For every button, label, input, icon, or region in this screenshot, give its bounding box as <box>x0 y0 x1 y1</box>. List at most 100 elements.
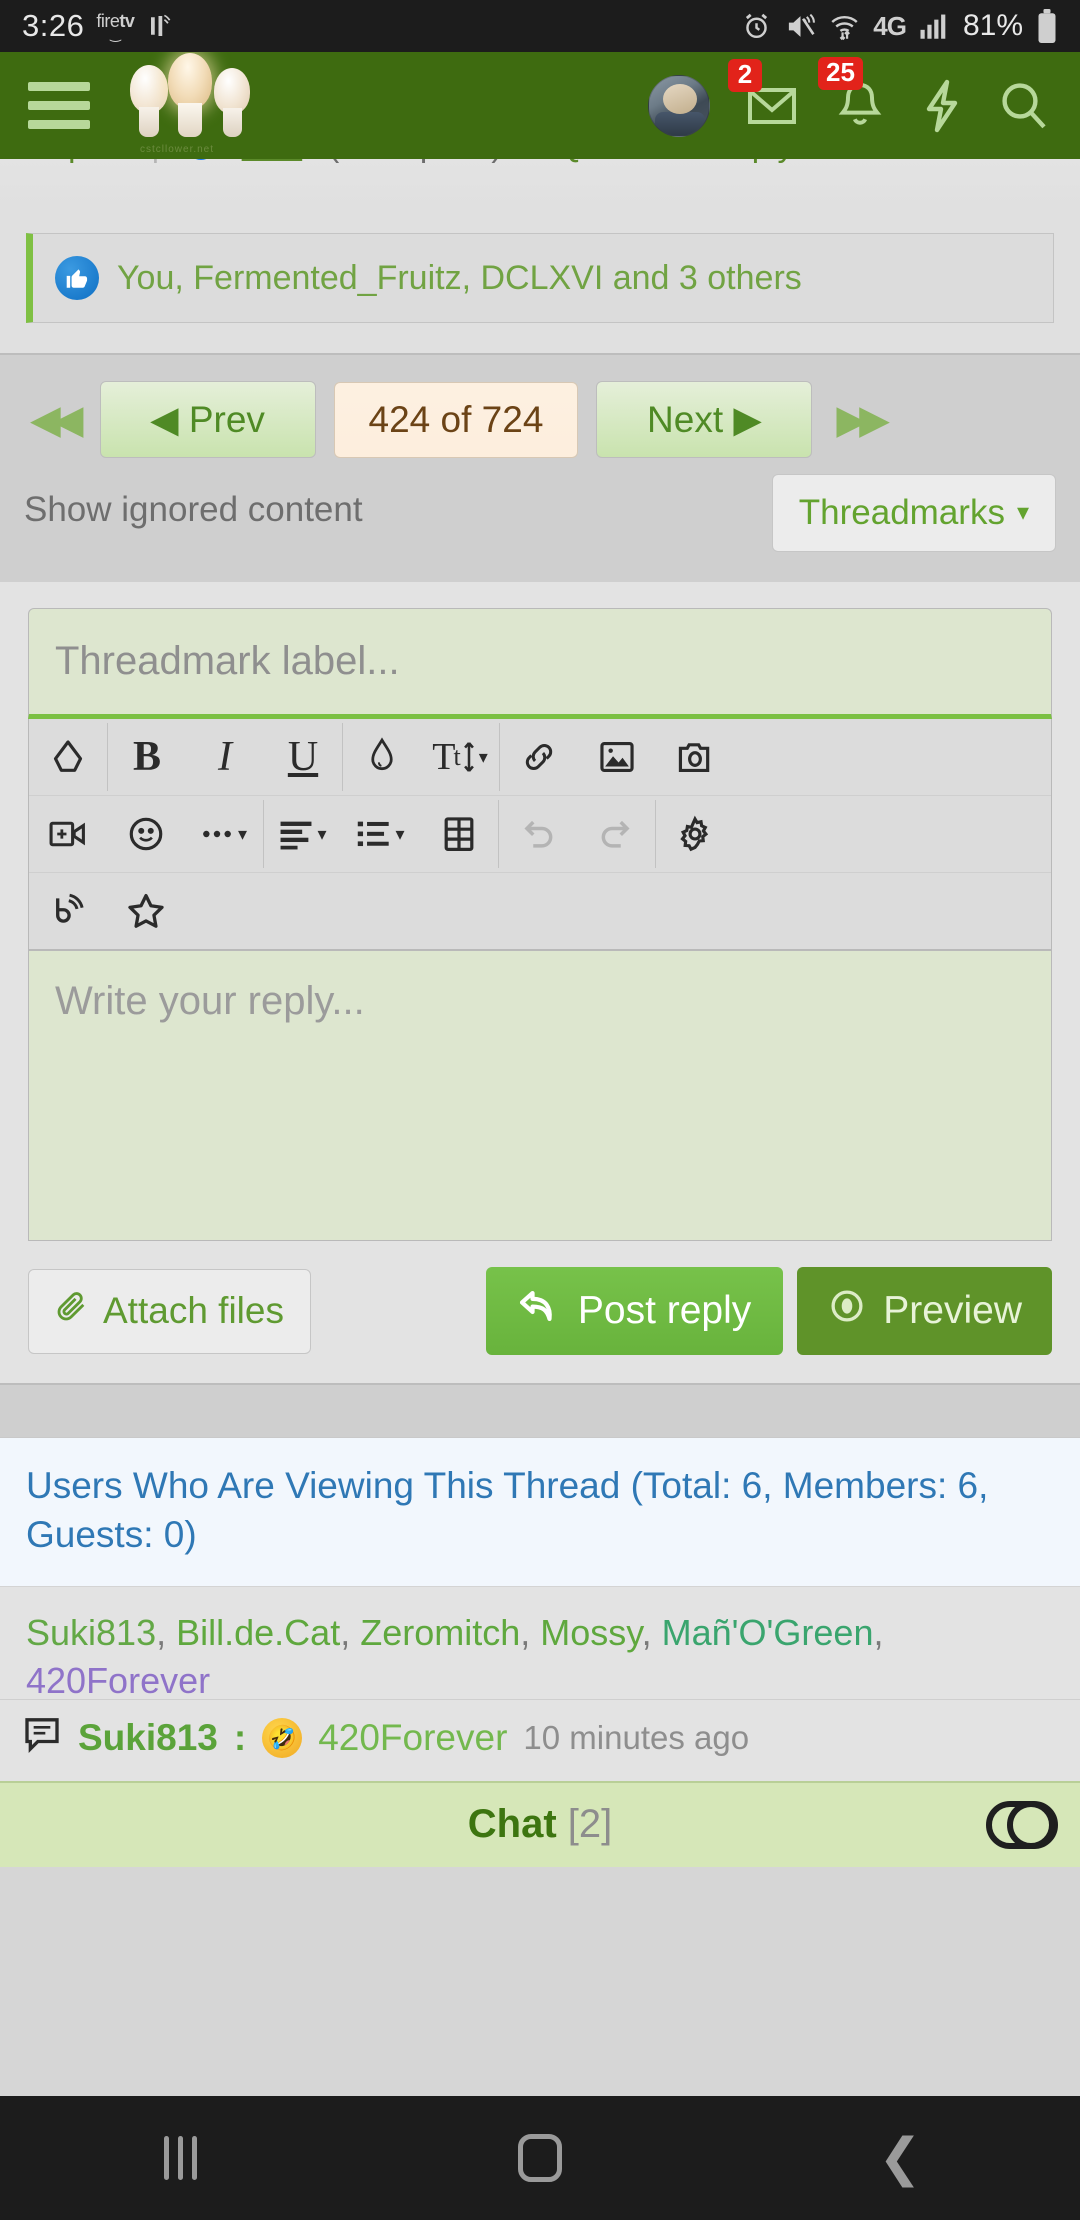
speech-bubble-icon <box>22 1714 62 1763</box>
viewer-name[interactable]: Suki813 <box>26 1612 156 1653</box>
alerts-button[interactable]: 25 <box>818 56 886 133</box>
insert-video-icon[interactable] <box>29 796 107 872</box>
lightning-bolt-icon[interactable] <box>920 78 964 134</box>
font-size-icon[interactable]: T t ▾ <box>421 719 499 795</box>
viewer-name[interactable]: 420Forever <box>26 1660 210 1698</box>
viewer-name[interactable]: Zeromitch <box>360 1612 520 1653</box>
text-align-icon[interactable]: ▾ <box>264 796 342 872</box>
report-link[interactable]: Report <box>26 159 125 164</box>
text-color-icon[interactable] <box>343 719 421 795</box>
chat-label-text: Chat <box>467 1802 557 1847</box>
status-bar-right: 4G 81% <box>741 9 1058 43</box>
preview-button[interactable]: Preview <box>797 1267 1052 1355</box>
likes-bar[interactable]: You, Fermented_Fruitz, DCLXVI and 3 othe… <box>26 233 1054 323</box>
underline-icon[interactable]: U <box>264 719 342 795</box>
viewers-title[interactable]: Users Who Are Viewing This Thread (Total… <box>0 1437 1080 1587</box>
list-icon[interactable]: ▾ <box>342 796 420 872</box>
viewer-name[interactable]: Mañ'O'Green <box>662 1612 874 1653</box>
toolbar-row-3 <box>29 873 1051 950</box>
reply-link[interactable]: ↩ Reply <box>673 159 794 164</box>
hamburger-menu-icon[interactable] <box>28 82 90 129</box>
bbcode-icon[interactable] <box>29 873 107 949</box>
android-status-bar: 3:26 firetv ‿ 4G 81% <box>0 0 1080 52</box>
forum-app-header: cstcllower.net 2 25 <box>0 52 1080 159</box>
likes-text[interactable]: You, Fermented_Fruitz, DCLXVI and 3 othe… <box>117 259 802 298</box>
chevron-down-icon: ▾ <box>1016 499 1029 526</box>
site-logo[interactable]: cstcllower.net <box>128 53 268 155</box>
italic-icon[interactable]: I <box>186 719 264 795</box>
viewer-separator: , <box>156 1611 177 1653</box>
post-actions-row-cutoff: Report | Like (Multiquote) + Quote ↩ Rep… <box>0 159 1080 209</box>
attach-files-button[interactable]: Attach files <box>28 1268 311 1354</box>
editor-button-row: Attach files Post reply Preview <box>28 1267 1052 1355</box>
chat-bar[interactable]: Chat [2] <box>0 1780 1080 1867</box>
rofl-emoji: 🤣 <box>262 1718 303 1759</box>
chat-mention[interactable]: 420Forever <box>318 1717 507 1759</box>
viewer-name[interactable]: Mossy <box>540 1612 641 1653</box>
threadmarks-dropdown-button[interactable]: Threadmarks ▾ <box>771 474 1056 552</box>
editor-settings-icon[interactable] <box>656 796 734 872</box>
network-4g-icon: 4G <box>873 10 907 41</box>
more-options-icon[interactable]: ▾ <box>185 796 263 872</box>
post-reply-button[interactable]: Post reply <box>485 1267 784 1355</box>
chat-preview-line[interactable]: Suki813: 🤣 420Forever 10 minutes ago <box>0 1698 1080 1781</box>
eye-icon <box>827 1287 867 1335</box>
bold-icon[interactable]: B <box>108 719 186 795</box>
chat-toggle-switch[interactable] <box>986 1800 1058 1849</box>
recents-icon <box>163 2136 197 2180</box>
inbox-button[interactable]: 2 <box>728 58 800 131</box>
insert-image-icon[interactable] <box>578 719 656 795</box>
threadmark-label-input[interactable]: Threadmark label... <box>28 608 1052 719</box>
recents-button[interactable] <box>0 2136 360 2180</box>
current-page-indicator[interactable]: 424 of 724 <box>333 381 579 458</box>
viewer-separator: , <box>641 1611 662 1653</box>
redo-icon[interactable] <box>577 796 655 872</box>
paperclip-icon <box>55 1290 89 1333</box>
attach-photo-icon[interactable] <box>656 719 734 795</box>
caret-down-icon: ▾ <box>395 823 405 844</box>
insert-table-icon[interactable] <box>420 796 498 872</box>
caret-down-icon: ▾ <box>237 823 248 844</box>
like-link[interactable]: Like <box>242 159 303 164</box>
avatar[interactable] <box>648 74 710 137</box>
wifi-transfer-icon <box>829 11 860 42</box>
alarm-icon <box>741 11 772 42</box>
vibrate-mute-icon <box>785 11 816 42</box>
pagination-secondary-row: Show ignored content Threadmarks ▾ <box>24 474 1056 552</box>
last-page-button[interactable]: ▶▶ <box>830 400 889 440</box>
like-thumb-icon <box>185 159 216 160</box>
reply-textarea[interactable]: Write your reply... <box>28 951 1052 1241</box>
android-nav-bar: ❮ <box>0 2096 1080 2220</box>
chat-colon: : <box>233 1717 247 1759</box>
logo-subtext: cstcllower.net <box>140 144 215 155</box>
chat-username[interactable]: Suki813 <box>78 1717 218 1759</box>
first-page-button[interactable]: ◀◀ <box>24 400 83 440</box>
viewer-separator: , <box>873 1611 884 1653</box>
remove-formatting-icon[interactable] <box>29 719 107 795</box>
favorite-icon[interactable] <box>107 873 185 949</box>
pagination-row: ◀◀ ◀ Prev 424 of 724 Next ▶ ▶▶ <box>24 381 1056 458</box>
undo-icon[interactable] <box>499 796 577 872</box>
action-separator: | <box>151 159 160 164</box>
back-button[interactable]: ❮ <box>720 2132 1080 2184</box>
chat-bar-label: Chat [2] <box>0 1802 1080 1847</box>
viewers-name-list: Suki813, Bill.de.Cat, Zeromitch, Mossy, … <box>0 1586 1080 1699</box>
search-icon[interactable] <box>998 79 1050 133</box>
home-button[interactable] <box>360 2134 720 2182</box>
viewer-name[interactable]: Bill.de.Cat <box>176 1612 340 1653</box>
quote-link[interactable]: + Quote <box>528 159 646 164</box>
status-bar-left: 3:26 firetv ‿ <box>22 8 176 44</box>
next-page-button[interactable]: Next ▶ <box>596 381 813 458</box>
insert-emoji-icon[interactable] <box>107 796 185 872</box>
show-ignored-content-link[interactable]: Show ignored content <box>24 474 363 530</box>
header-actions: 2 25 <box>648 56 1060 137</box>
facebook-like-icon <box>55 256 99 300</box>
multiquote-link[interactable]: (Multiquote) <box>328 159 502 164</box>
mushroom-right-icon <box>214 68 250 137</box>
cast-notification-icon <box>146 11 176 41</box>
battery-icon <box>1036 9 1058 43</box>
attach-files-label: Attach files <box>103 1290 284 1331</box>
insert-link-icon[interactable] <box>500 719 578 795</box>
reply-arrow-icon <box>518 1287 560 1335</box>
prev-page-button[interactable]: ◀ Prev <box>99 381 316 458</box>
